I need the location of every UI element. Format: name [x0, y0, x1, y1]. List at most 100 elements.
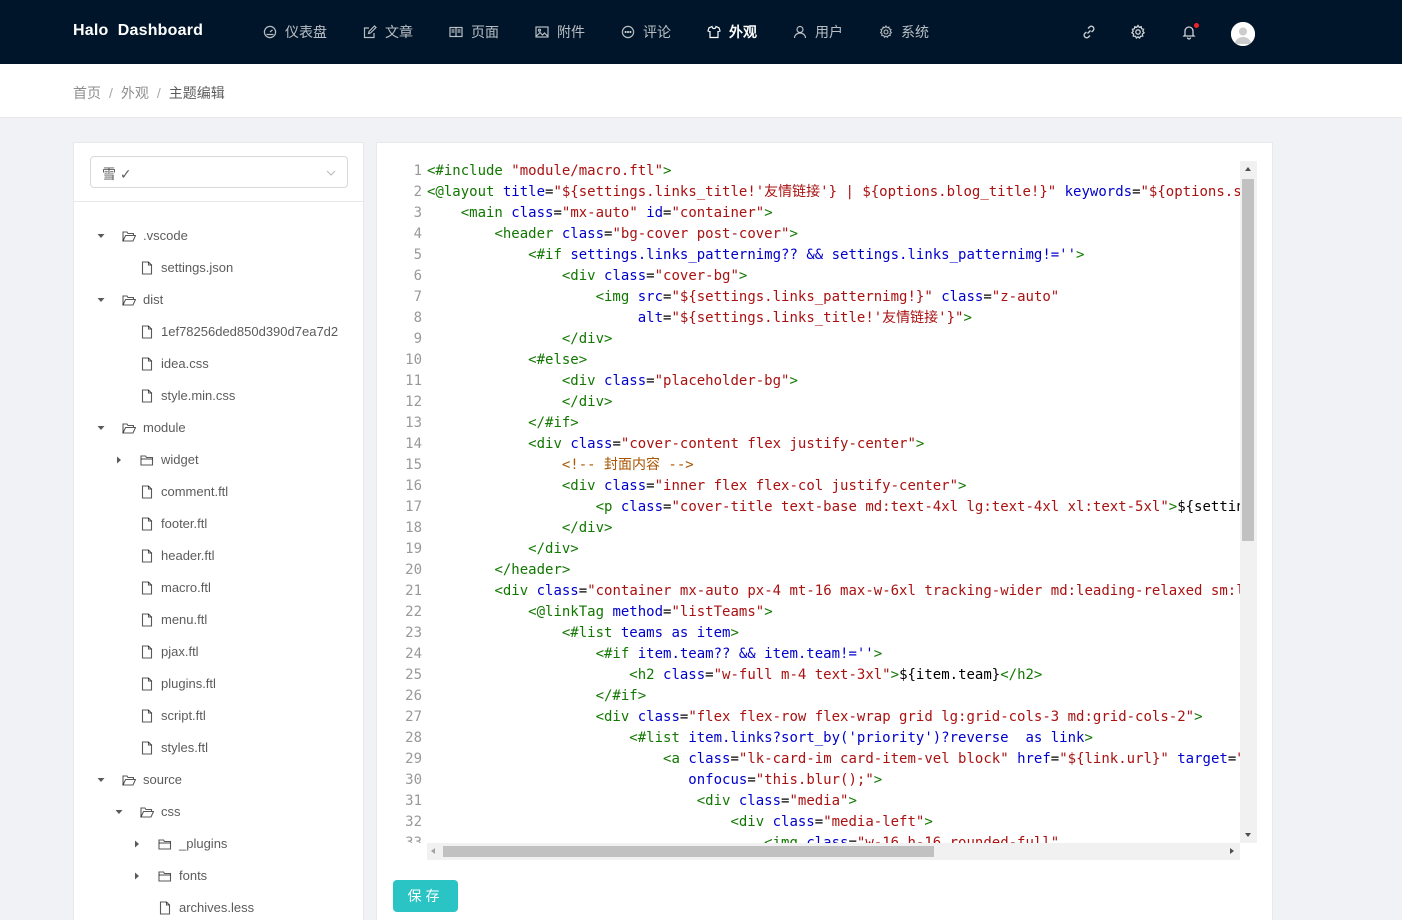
- code-line[interactable]: <#if settings.links_patternimg?? && sett…: [427, 245, 1240, 266]
- tree-folder[interactable]: source: [74, 764, 363, 796]
- tree-folder[interactable]: module: [74, 412, 363, 444]
- tree-folder[interactable]: css: [74, 796, 363, 828]
- code-line[interactable]: <div class="cover-content flex justify-c…: [427, 434, 1240, 455]
- scroll-left-arrow-icon[interactable]: [429, 847, 437, 855]
- breadcrumb-separator: /: [109, 85, 113, 101]
- tree-file[interactable]: plugins.ftl: [74, 668, 363, 700]
- code-line[interactable]: <div class="media-left">: [427, 812, 1240, 833]
- code-line[interactable]: <div class="media">: [427, 791, 1240, 812]
- tree-file[interactable]: menu.ftl: [74, 604, 363, 636]
- caret-down-icon[interactable]: [96, 295, 106, 305]
- nav-item-1[interactable]: 文章: [345, 0, 431, 64]
- code-line[interactable]: </#if>: [427, 686, 1240, 707]
- code-line[interactable]: </div>: [427, 329, 1240, 350]
- nav-item-6[interactable]: 用户: [775, 0, 861, 64]
- tree-file[interactable]: style.min.css: [74, 380, 363, 412]
- code-line[interactable]: <div class="cover-bg">: [427, 266, 1240, 287]
- setting-icon[interactable]: [1130, 24, 1146, 40]
- code-line[interactable]: <img src = "${settings.links_patternimg!}"…: [427, 287, 1240, 308]
- vertical-scrollbar[interactable]: [1240, 161, 1257, 843]
- code-line[interactable]: <header class="bg-cover post-cover">: [427, 224, 1240, 245]
- scroll-right-arrow-icon[interactable]: [1228, 847, 1236, 855]
- scroll-up-arrow-icon[interactable]: [1244, 165, 1252, 173]
- caret-down-icon[interactable]: [114, 807, 124, 817]
- code-line[interactable]: <a class="lk-card-im card-item-vel block…: [427, 749, 1240, 770]
- code-token: >: [738, 268, 748, 284]
- tree-file[interactable]: pjax.ftl: [74, 636, 363, 668]
- tree-folder[interactable]: _plugins: [74, 828, 363, 860]
- avatar[interactable]: [1231, 22, 1255, 46]
- nav-item-0[interactable]: 仪表盘: [245, 0, 345, 64]
- tree-file[interactable]: idea.css: [74, 348, 363, 380]
- tree-folder[interactable]: dist: [74, 284, 363, 316]
- bell-icon[interactable]: [1181, 22, 1200, 40]
- nav-item-7[interactable]: 系统: [861, 0, 947, 64]
- caret-down-icon[interactable]: [96, 231, 106, 241]
- code-line[interactable]: <div class="inner flex flex-col justify-…: [427, 476, 1240, 497]
- nav-item-3[interactable]: 附件: [517, 0, 603, 64]
- tree-file[interactable]: settings.json: [74, 252, 363, 284]
- code-line[interactable]: <#list teams as item>: [427, 623, 1240, 644]
- tree-folder[interactable]: .vscode: [74, 220, 363, 252]
- brand-logo[interactable]: Halo Dashboard: [73, 22, 203, 40]
- code-line[interactable]: <@layout title = "${settings.links_title!'…: [427, 182, 1240, 203]
- code-line[interactable]: </div>: [427, 539, 1240, 560]
- save-button[interactable]: 保存: [393, 880, 458, 912]
- link-icon[interactable]: [1081, 24, 1097, 40]
- code-line[interactable]: <#include "module/macro.ftl">: [427, 161, 1240, 182]
- code-token: "cover-title text-base md:text-4xl lg:te…: [671, 499, 1169, 515]
- code-line[interactable]: <main class="mx-auto" id="container">: [427, 203, 1240, 224]
- horizontal-scrollbar[interactable]: [427, 843, 1240, 860]
- code-line[interactable]: </#if>: [427, 413, 1240, 434]
- tree-file[interactable]: archives.less: [74, 892, 363, 920]
- tree-file[interactable]: footer.ftl: [74, 508, 363, 540]
- code-line[interactable]: alt="${settings.links_title!'友情链接'}">: [427, 308, 1240, 329]
- code-line[interactable]: <@linkTag method="listTeams">: [427, 602, 1240, 623]
- tree-file[interactable]: header.ftl: [74, 540, 363, 572]
- code-line[interactable]: <h2 class="w-full m-4 text-3xl">${item.t…: [427, 665, 1240, 686]
- tree-file[interactable]: macro.ftl: [74, 572, 363, 604]
- caret-down-icon[interactable]: [96, 775, 106, 785]
- nav-item-4[interactable]: 评论: [603, 0, 689, 64]
- tree-file[interactable]: styles.ftl: [74, 732, 363, 764]
- code-line[interactable]: <p class="cover-title text-base md:text-…: [427, 497, 1240, 518]
- caret-right-icon[interactable]: [114, 455, 124, 465]
- nav-item-2[interactable]: 页面: [431, 0, 517, 64]
- code-token: class: [561, 226, 605, 242]
- code-line[interactable]: </div>: [427, 518, 1240, 539]
- nav-item-label: 用户: [815, 24, 843, 40]
- code-line[interactable]: <#else>: [427, 350, 1240, 371]
- theme-select[interactable]: 雪 ✓: [90, 156, 348, 188]
- code-line[interactable]: <div class="container mx-auto px-4 mt-16…: [427, 581, 1240, 602]
- caret-down-icon[interactable]: [96, 423, 106, 433]
- code-line[interactable]: <img class="w-16 h-16 rounded-full": [427, 833, 1240, 843]
- code-area[interactable]: <#include "module/macro.ftl"> <@layout ti…: [427, 161, 1240, 843]
- code-line[interactable]: <div class="flex flex-row flex-wrap grid…: [427, 707, 1240, 728]
- caret-right-icon[interactable]: [132, 871, 142, 881]
- code-line[interactable]: <!-- 封面内容 -->: [427, 455, 1240, 476]
- caret-right-icon[interactable]: [132, 839, 142, 849]
- code-line[interactable]: <div class="placeholder-bg">: [427, 371, 1240, 392]
- code-line[interactable]: </header>: [427, 560, 1240, 581]
- code-line[interactable]: <#if item.team?? && item.team!=''>: [427, 644, 1240, 665]
- tree-folder[interactable]: fonts: [74, 860, 363, 892]
- tree-file[interactable]: 1ef78256ded850d390d7ea7d2: [74, 316, 363, 348]
- tree-file[interactable]: comment.ftl: [74, 476, 363, 508]
- code-line[interactable]: </div>: [427, 392, 1240, 413]
- breadcrumb-appearance[interactable]: 外观: [121, 83, 149, 103]
- code-line[interactable]: <#list item.links?sort_by('priority')?re…: [427, 728, 1240, 749]
- code-line[interactable]: onfocus="this.blur();">: [427, 770, 1240, 791]
- horizontal-scroll-thumb[interactable]: [443, 846, 934, 857]
- code-token: ${settin: [1177, 499, 1240, 515]
- vertical-scroll-thumb[interactable]: [1242, 179, 1254, 541]
- tree-file[interactable]: script.ftl: [74, 700, 363, 732]
- scroll-down-arrow-icon[interactable]: [1244, 831, 1252, 839]
- tree-folder[interactable]: widget: [74, 444, 363, 476]
- breadcrumb-home[interactable]: 首页: [73, 83, 101, 103]
- nav-item-5[interactable]: 外观: [689, 0, 775, 64]
- code-editor[interactable]: 1 2 3 4 5 6 7 8 9 10 11 12 13 14 15 16 17 18 19 20 21 22 23 24 2…: [393, 161, 1257, 860]
